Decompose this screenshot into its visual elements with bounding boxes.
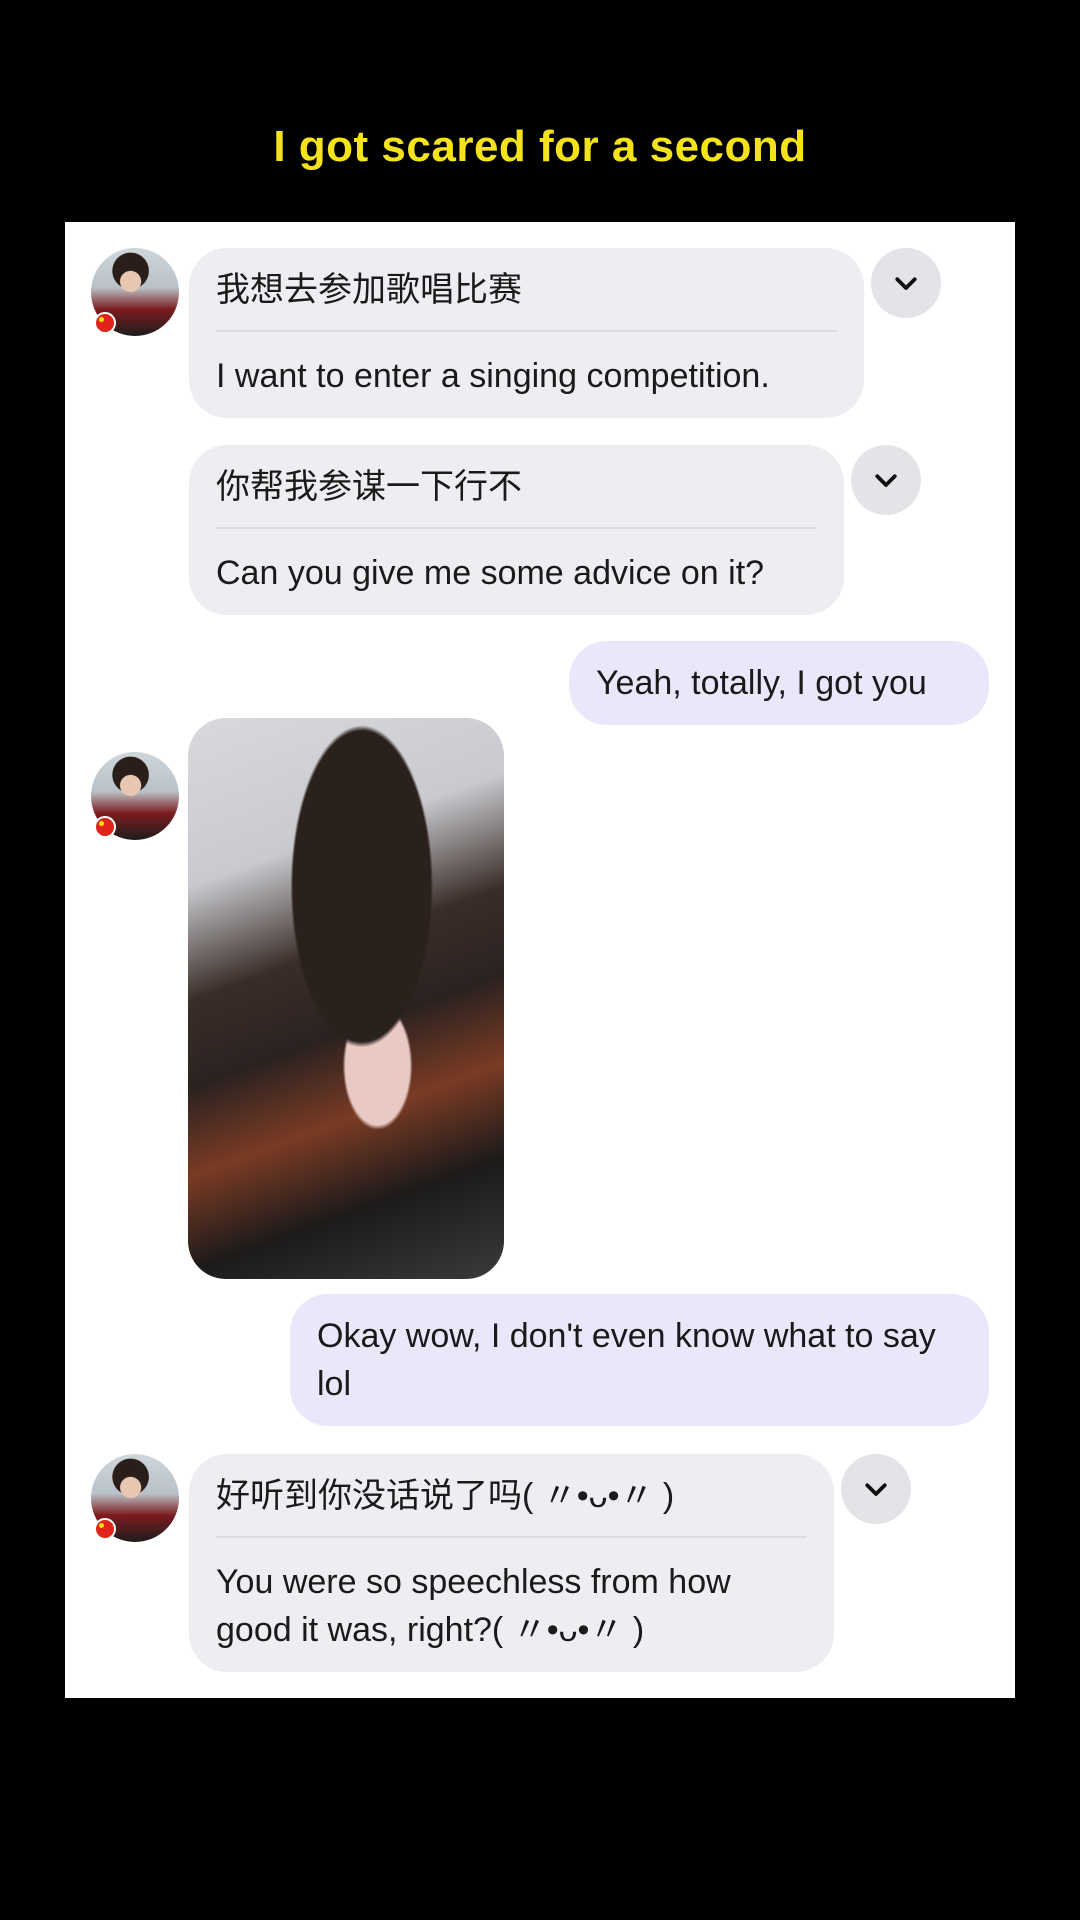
expand-button[interactable] <box>871 248 941 318</box>
translation-divider <box>216 1536 807 1538</box>
chevron-down-icon <box>865 1483 887 1496</box>
translation-divider <box>216 330 837 332</box>
translated-text: You were so speechless from how good it … <box>216 1563 731 1649</box>
china-flag-icon <box>94 312 116 334</box>
video-caption: I got scared for a second <box>273 122 807 171</box>
received-photo[interactable] <box>188 718 504 1279</box>
sent-message-bubble[interactable]: Okay wow, I don't even know what to say … <box>290 1294 989 1426</box>
original-text: 我想去参加歌唱比赛 <box>216 271 522 309</box>
received-message-bubble[interactable]: 你帮我参谋一下行不 Can you give me some advice on… <box>189 445 844 615</box>
received-message-bubble[interactable]: 我想去参加歌唱比赛 I want to enter a singing comp… <box>189 248 864 418</box>
translation-divider <box>216 527 817 529</box>
translated-text: I want to enter a singing competition. <box>216 357 770 395</box>
expand-button[interactable] <box>851 445 921 515</box>
translated-text: Can you give me some advice on it? <box>216 554 765 592</box>
chat-panel: 我想去参加歌唱比赛 I want to enter a singing comp… <box>65 222 1015 1698</box>
original-text: 好听到你没话说了吗( 〃•ᴗ•〃 ) <box>216 1477 675 1515</box>
original-text: 你帮我参谋一下行不 <box>216 468 522 506</box>
chevron-down-icon <box>895 277 917 290</box>
expand-button[interactable] <box>841 1454 911 1524</box>
sent-message-bubble[interactable]: Yeah, totally, I got you <box>569 641 989 725</box>
chevron-down-icon <box>875 474 897 487</box>
china-flag-icon <box>94 816 116 838</box>
china-flag-icon <box>94 1518 116 1540</box>
message-text: Okay wow, I don't even know what to say … <box>317 1317 936 1403</box>
message-text: Yeah, totally, I got you <box>596 664 927 702</box>
received-message-bubble[interactable]: 好听到你没话说了吗( 〃•ᴗ•〃 ) You were so speechles… <box>189 1454 834 1672</box>
